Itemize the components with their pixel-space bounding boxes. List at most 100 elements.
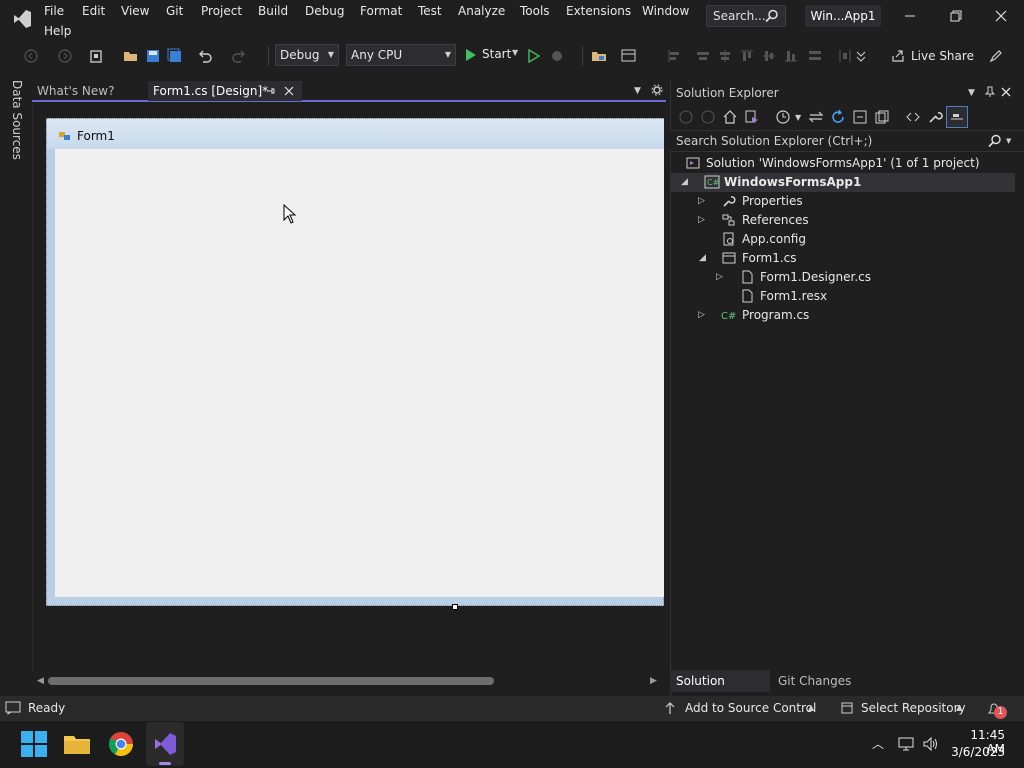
save-all-icon[interactable] xyxy=(166,47,184,65)
search-icon[interactable] xyxy=(988,134,1002,148)
minimize-icon[interactable] xyxy=(890,4,930,28)
gear-icon[interactable] xyxy=(651,84,663,96)
add-to-source-control-button[interactable]: Add to Source Control ▲ xyxy=(660,698,822,718)
platform-dropdown[interactable]: Any CPU ▼ xyxy=(346,44,456,66)
configuration-dropdown[interactable]: Debug ▼ xyxy=(275,44,339,66)
menu-git[interactable]: Git xyxy=(166,1,183,21)
data-sources-tab[interactable]: Data Sources xyxy=(8,80,24,160)
select-repository-button[interactable]: Select Repository ▲ xyxy=(836,698,970,718)
collapsed-arrow-icon[interactable]: ▷ xyxy=(698,306,705,325)
menu-edit[interactable]: Edit xyxy=(82,1,105,21)
toolbar-overflow-icon[interactable] xyxy=(852,47,870,65)
align-top-icon[interactable] xyxy=(738,47,756,65)
scroll-right-icon[interactable]: ▶ xyxy=(650,676,657,686)
preview-selected-items-button[interactable] xyxy=(946,106,968,128)
close-tab-icon[interactable] xyxy=(284,86,294,96)
align-right-icon[interactable] xyxy=(716,47,734,65)
menu-view[interactable]: View xyxy=(121,1,149,21)
start-button[interactable]: Start ▼ xyxy=(463,45,523,65)
back-icon[interactable] xyxy=(678,109,694,125)
open-folder-icon[interactable] xyxy=(122,47,140,65)
expanded-arrow-icon[interactable]: ◢ xyxy=(681,173,688,192)
chrome-icon[interactable] xyxy=(105,728,137,760)
solution-folder-icon[interactable] xyxy=(590,47,608,65)
tree-item-solution[interactable]: Solution 'WindowsFormsApp1' (1 of 1 proj… xyxy=(670,154,1024,173)
view-code-icon[interactable] xyxy=(905,109,921,125)
scrollbar-thumb[interactable] xyxy=(48,677,494,685)
back-icon[interactable] xyxy=(22,47,40,65)
tree-item-form1-cs[interactable]: ◢ Form1.cs xyxy=(670,249,1024,268)
show-hidden-icons-chevron-icon[interactable]: ︿ xyxy=(872,735,884,752)
refresh-icon[interactable] xyxy=(830,109,846,125)
close-window-icon[interactable] xyxy=(980,4,1020,28)
resize-handle[interactable] xyxy=(452,604,458,610)
layout-icon[interactable] xyxy=(620,47,638,65)
feedback-icon[interactable] xyxy=(987,47,1005,65)
tree-item-form1-designer[interactable]: ▷ Form1.Designer.cs xyxy=(670,268,1024,287)
pending-changes-filter-icon[interactable] xyxy=(775,109,791,125)
close-panel-icon[interactable] xyxy=(1000,86,1012,98)
pin-icon[interactable] xyxy=(984,86,996,98)
switch-views-icon[interactable] xyxy=(744,109,760,125)
menu-build[interactable]: Build xyxy=(258,1,288,21)
expanded-arrow-icon[interactable]: ◢ xyxy=(699,249,706,268)
volume-icon[interactable] xyxy=(922,736,940,752)
chevron-down-icon[interactable]: ▼ xyxy=(1006,137,1011,145)
menu-project[interactable]: Project xyxy=(201,1,242,21)
tree-item-form1-resx[interactable]: Form1.resx xyxy=(670,287,1024,306)
file-explorer-icon[interactable] xyxy=(61,728,93,760)
tree-item-app-config[interactable]: App.config xyxy=(670,230,1024,249)
form-client-area[interactable] xyxy=(55,149,664,597)
form-titlebar[interactable] xyxy=(47,119,664,149)
menu-format[interactable]: Format xyxy=(360,1,402,21)
align-middle-icon[interactable] xyxy=(760,47,778,65)
menu-help[interactable]: Help xyxy=(44,21,71,41)
collapsed-arrow-icon[interactable]: ▷ xyxy=(716,268,723,287)
align-center-icon[interactable] xyxy=(694,47,712,65)
visual-studio-logo-icon[interactable] xyxy=(10,7,34,31)
tab-whats-new[interactable]: What's New? xyxy=(32,82,119,100)
menu-debug[interactable]: Debug xyxy=(305,1,344,21)
sync-with-active-document-icon[interactable] xyxy=(808,109,824,125)
home-icon[interactable] xyxy=(722,109,738,125)
properties-wrench-icon[interactable] xyxy=(927,109,943,125)
tree-item-project[interactable]: ◢ C# WindowsFormsApp1 xyxy=(670,173,1015,192)
hot-reload-icon[interactable] xyxy=(548,47,566,65)
notifications-button[interactable]: 1 xyxy=(986,699,1010,719)
collapsed-arrow-icon[interactable]: ▷ xyxy=(698,192,705,211)
restore-icon[interactable] xyxy=(935,4,975,28)
collapsed-arrow-icon[interactable]: ▷ xyxy=(698,211,705,230)
tree-item-program-cs[interactable]: ▷ C# Program.cs xyxy=(670,306,1024,325)
save-icon[interactable] xyxy=(144,47,162,65)
menu-extensions[interactable]: Extensions xyxy=(566,1,631,21)
taskbar-date[interactable]: 3/6/2023 xyxy=(950,745,1005,759)
panel-menu-icon[interactable]: ▼ xyxy=(968,88,975,98)
visual-studio-taskbar-button[interactable] xyxy=(146,722,184,766)
menu-analyze[interactable]: Analyze xyxy=(458,1,505,21)
network-icon[interactable] xyxy=(898,736,916,752)
search-box[interactable]: Search... xyxy=(706,5,786,27)
live-share-button[interactable]: Live Share xyxy=(888,46,974,66)
tab-git-changes[interactable]: Git Changes xyxy=(778,670,851,692)
tab-form1-design[interactable]: Form1.cs [Design]* xyxy=(148,81,302,101)
menu-tools[interactable]: Tools xyxy=(520,1,550,21)
start-without-debugging-icon[interactable] xyxy=(525,47,543,65)
output-icon[interactable] xyxy=(5,701,21,715)
pin-icon[interactable] xyxy=(266,86,276,96)
solution-title-badge[interactable]: Win...App1 xyxy=(805,5,881,27)
windows-start-icon[interactable] xyxy=(18,728,50,760)
chevron-down-icon[interactable]: ▼ xyxy=(795,113,801,122)
undo-icon[interactable] xyxy=(196,47,214,65)
align-bottom-icon[interactable] xyxy=(782,47,800,65)
make-same-size-icon[interactable] xyxy=(806,47,824,65)
forward-icon[interactable] xyxy=(700,109,716,125)
menu-file[interactable]: File xyxy=(44,1,64,21)
tree-item-references[interactable]: ▷ References xyxy=(670,211,1024,230)
menu-window[interactable]: Window xyxy=(642,1,689,21)
collapse-all-icon[interactable] xyxy=(852,109,868,125)
scroll-left-icon[interactable]: ◀ xyxy=(37,676,44,686)
tab-list-dropdown-icon[interactable]: ▼ xyxy=(634,86,641,96)
redo-icon[interactable] xyxy=(230,47,248,65)
tab-solution-explorer[interactable]: Solution Explorer xyxy=(670,670,770,710)
new-project-icon[interactable] xyxy=(88,47,106,65)
